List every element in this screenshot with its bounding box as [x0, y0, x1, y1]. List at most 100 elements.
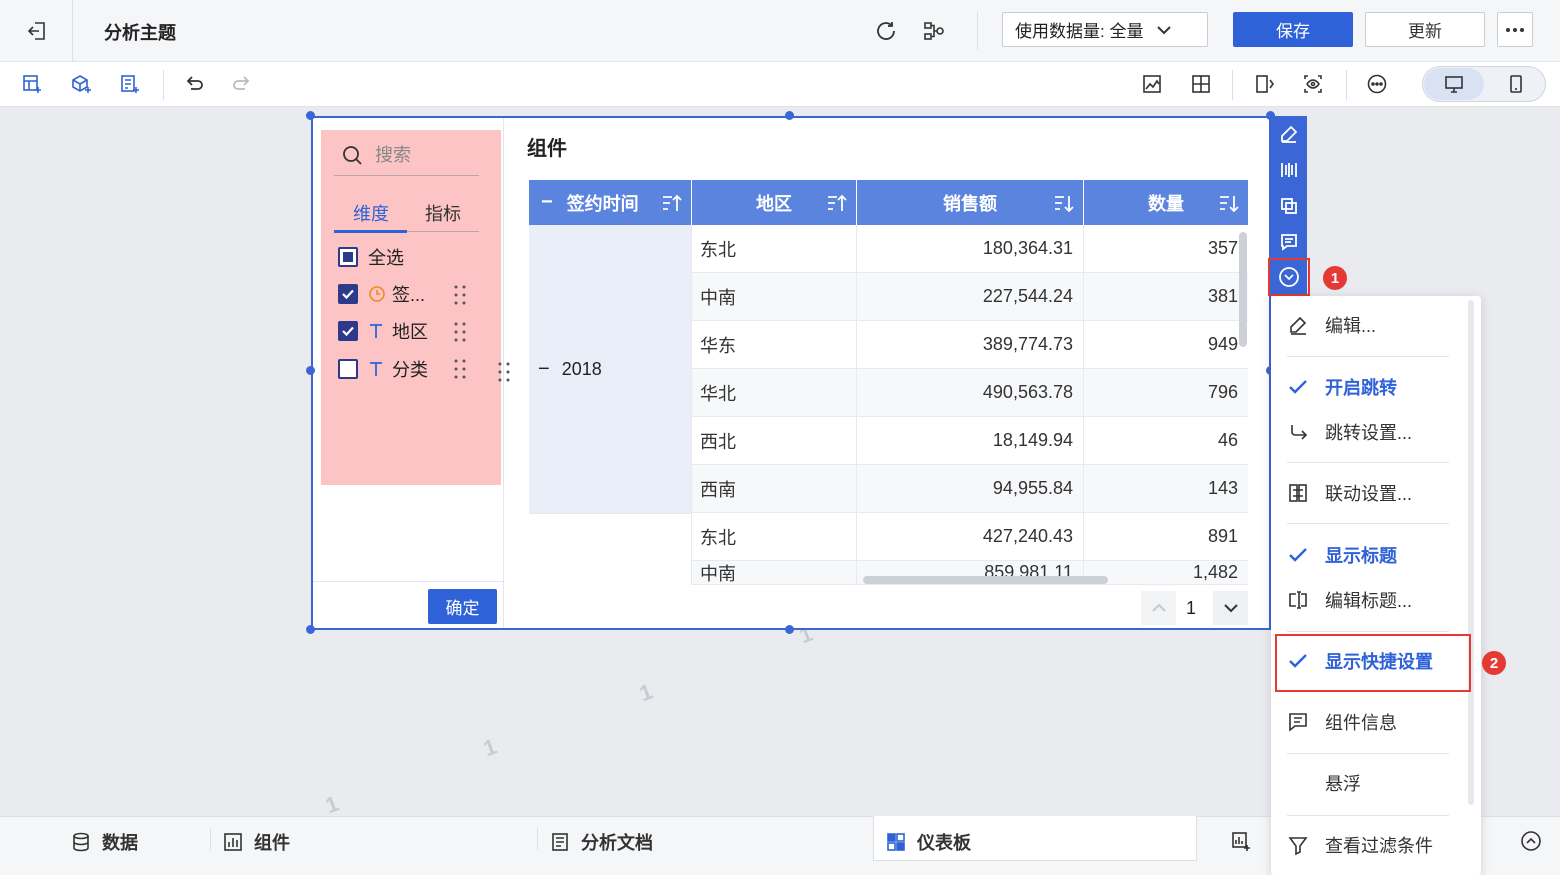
clock-icon — [368, 285, 386, 303]
sort-icon[interactable] — [826, 193, 848, 213]
undo-icon[interactable] — [181, 71, 207, 97]
resize-handle[interactable] — [306, 366, 315, 375]
drag-handle-icon[interactable] — [452, 321, 468, 343]
group-cell-next — [529, 513, 691, 585]
barcode-icon[interactable] — [1277, 158, 1301, 182]
menu-item-jump-settings[interactable]: 跳转设置... — [1285, 417, 1412, 447]
vertical-scrollbar[interactable] — [1239, 232, 1247, 347]
chevron-up-icon — [1150, 599, 1168, 617]
menu-item-label: 显示标题 — [1325, 546, 1397, 566]
save-button[interactable]: 保存 — [1233, 12, 1353, 47]
edit-icon[interactable] — [1277, 122, 1301, 146]
more-button[interactable] — [1497, 12, 1533, 47]
sort-icon[interactable] — [1053, 193, 1075, 213]
cell-region: 西南 — [691, 465, 856, 513]
column-header-sales[interactable]: 销售额 — [857, 180, 1083, 225]
drag-handle-icon[interactable] — [452, 284, 468, 306]
panel-resize-handle-icon[interactable] — [496, 361, 512, 383]
cell-region: 华东 — [691, 321, 856, 369]
menu-divider — [1287, 815, 1449, 816]
add-sheet-icon[interactable] — [1228, 828, 1254, 854]
page-next-button[interactable] — [1213, 591, 1248, 625]
checkbox-partial[interactable] — [338, 247, 358, 267]
filter-item-category[interactable]: 分类 — [338, 357, 428, 381]
sort-icon[interactable] — [1218, 193, 1240, 213]
drag-handle-icon[interactable] — [452, 358, 468, 380]
tab-analysis-doc[interactable]: 分析文档 — [549, 822, 653, 862]
chart-bar-icon — [222, 831, 244, 853]
mobile-icon[interactable] — [1503, 71, 1529, 97]
watermark: 1 — [635, 678, 656, 707]
menu-divider — [1287, 356, 1449, 357]
resize-handle[interactable] — [785, 111, 794, 120]
menu-divider — [1287, 523, 1449, 524]
redo-icon[interactable] — [229, 71, 255, 97]
select-all-item[interactable]: 全选 — [338, 245, 404, 269]
collapse-icon[interactable]: − — [541, 191, 553, 214]
menu-item-float[interactable]: 悬浮 — [1285, 768, 1361, 798]
check-icon — [1285, 376, 1311, 398]
tab-label: 组件 — [254, 833, 290, 853]
comment-icon[interactable] — [1277, 230, 1301, 254]
column-header-quantity[interactable]: 数量 — [1084, 180, 1248, 225]
tab-measure[interactable]: 指标 — [425, 200, 461, 226]
collapse-up-icon[interactable] — [1518, 828, 1544, 854]
menu-item-enable-jump[interactable]: 开启跳转 — [1285, 372, 1397, 402]
text-type-icon — [368, 322, 384, 340]
filter-icon — [1285, 834, 1311, 856]
column-header-sign-time[interactable]: − 签约时间 — [529, 180, 691, 225]
add-table-icon[interactable] — [19, 71, 45, 97]
tab-widgets[interactable]: 组件 — [222, 822, 290, 862]
preview-eye-icon[interactable] — [1300, 71, 1326, 97]
lineage-icon[interactable] — [921, 18, 947, 44]
menu-item-edit-title[interactable]: 编辑标题... — [1285, 585, 1412, 615]
menu-item-edit[interactable]: 编辑... — [1285, 310, 1376, 340]
panel-icon[interactable] — [1252, 71, 1278, 97]
more-circle-icon[interactable] — [1364, 71, 1390, 97]
horizontal-scrollbar[interactable] — [863, 576, 1108, 584]
column-header-region[interactable]: 地区 — [692, 180, 856, 225]
collapse-icon[interactable]: − — [538, 358, 550, 381]
resize-handle[interactable] — [306, 625, 315, 634]
refresh-icon[interactable] — [873, 18, 899, 44]
tab-dimension[interactable]: 维度 — [353, 200, 389, 226]
sort-icon[interactable] — [661, 193, 683, 213]
cell-sales: 18,149.94 — [856, 417, 1083, 465]
linkage-icon — [1285, 482, 1311, 504]
menu-item-show-title[interactable]: 显示标题 — [1285, 540, 1397, 570]
update-button[interactable]: 更新 — [1365, 12, 1485, 47]
pencil-icon — [1285, 314, 1311, 336]
group-label[interactable]: − 2018 — [538, 358, 602, 381]
tab-data[interactable]: 数据 — [70, 822, 138, 862]
resize-handle[interactable] — [785, 625, 794, 634]
checkbox-checked[interactable] — [338, 321, 358, 341]
checkbox-checked[interactable] — [338, 284, 358, 304]
dropdown-circle-icon[interactable] — [1277, 265, 1301, 289]
data-usage-label: 使用数据量: 全量 — [1015, 22, 1144, 41]
filter-item-sign-time[interactable]: 签... — [338, 282, 425, 306]
cell-quantity: 357 — [1083, 225, 1248, 273]
tab-dashboard[interactable]: 仪表板 — [885, 822, 971, 862]
layout-grid-icon[interactable] — [1188, 71, 1214, 97]
cell-quantity: 949 — [1083, 321, 1248, 369]
copy-icon[interactable] — [1277, 194, 1301, 218]
search-input[interactable]: 搜索 — [375, 141, 411, 167]
menu-item-linkage-settings[interactable]: 联动设置... — [1285, 478, 1412, 508]
cell-region: 中南 — [691, 561, 856, 585]
menu-item-view-filters[interactable]: 查看过滤条件 — [1285, 830, 1433, 860]
resize-handle[interactable] — [306, 111, 315, 120]
search-icon — [340, 143, 364, 167]
data-usage-select[interactable]: 使用数据量: 全量 — [1002, 12, 1208, 47]
confirm-button[interactable]: 确定 — [428, 589, 497, 624]
menu-scrollbar[interactable] — [1468, 300, 1474, 805]
exit-icon[interactable] — [24, 18, 50, 44]
add-cube-icon[interactable] — [68, 71, 94, 97]
filter-item-region[interactable]: 地区 — [338, 319, 428, 343]
checkbox-unchecked[interactable] — [338, 359, 358, 379]
page-prev-button[interactable] — [1141, 591, 1176, 625]
cell-sales: 180,364.31 — [856, 225, 1083, 273]
add-report-icon[interactable] — [117, 71, 143, 97]
document-icon — [549, 831, 571, 853]
menu-item-widget-info[interactable]: 组件信息 — [1285, 707, 1397, 737]
chart-image-icon[interactable] — [1139, 71, 1165, 97]
